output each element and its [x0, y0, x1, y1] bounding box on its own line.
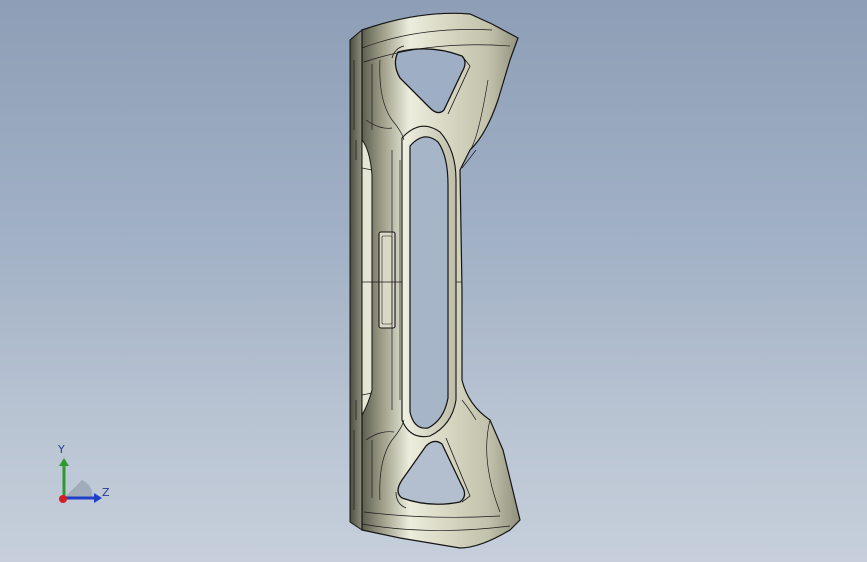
y-axis-label: Y — [58, 443, 65, 456]
z-axis-label: Z — [102, 486, 110, 499]
side-button-recess — [378, 231, 396, 329]
left-rail — [361, 138, 373, 417]
center-slot — [409, 136, 449, 429]
view-orientation-triad: Y Z — [48, 440, 118, 510]
left-side-wall — [349, 28, 363, 531]
graphics-viewport[interactable]: Y Z — [0, 0, 867, 562]
handle-part-model[interactable] — [0, 0, 867, 562]
